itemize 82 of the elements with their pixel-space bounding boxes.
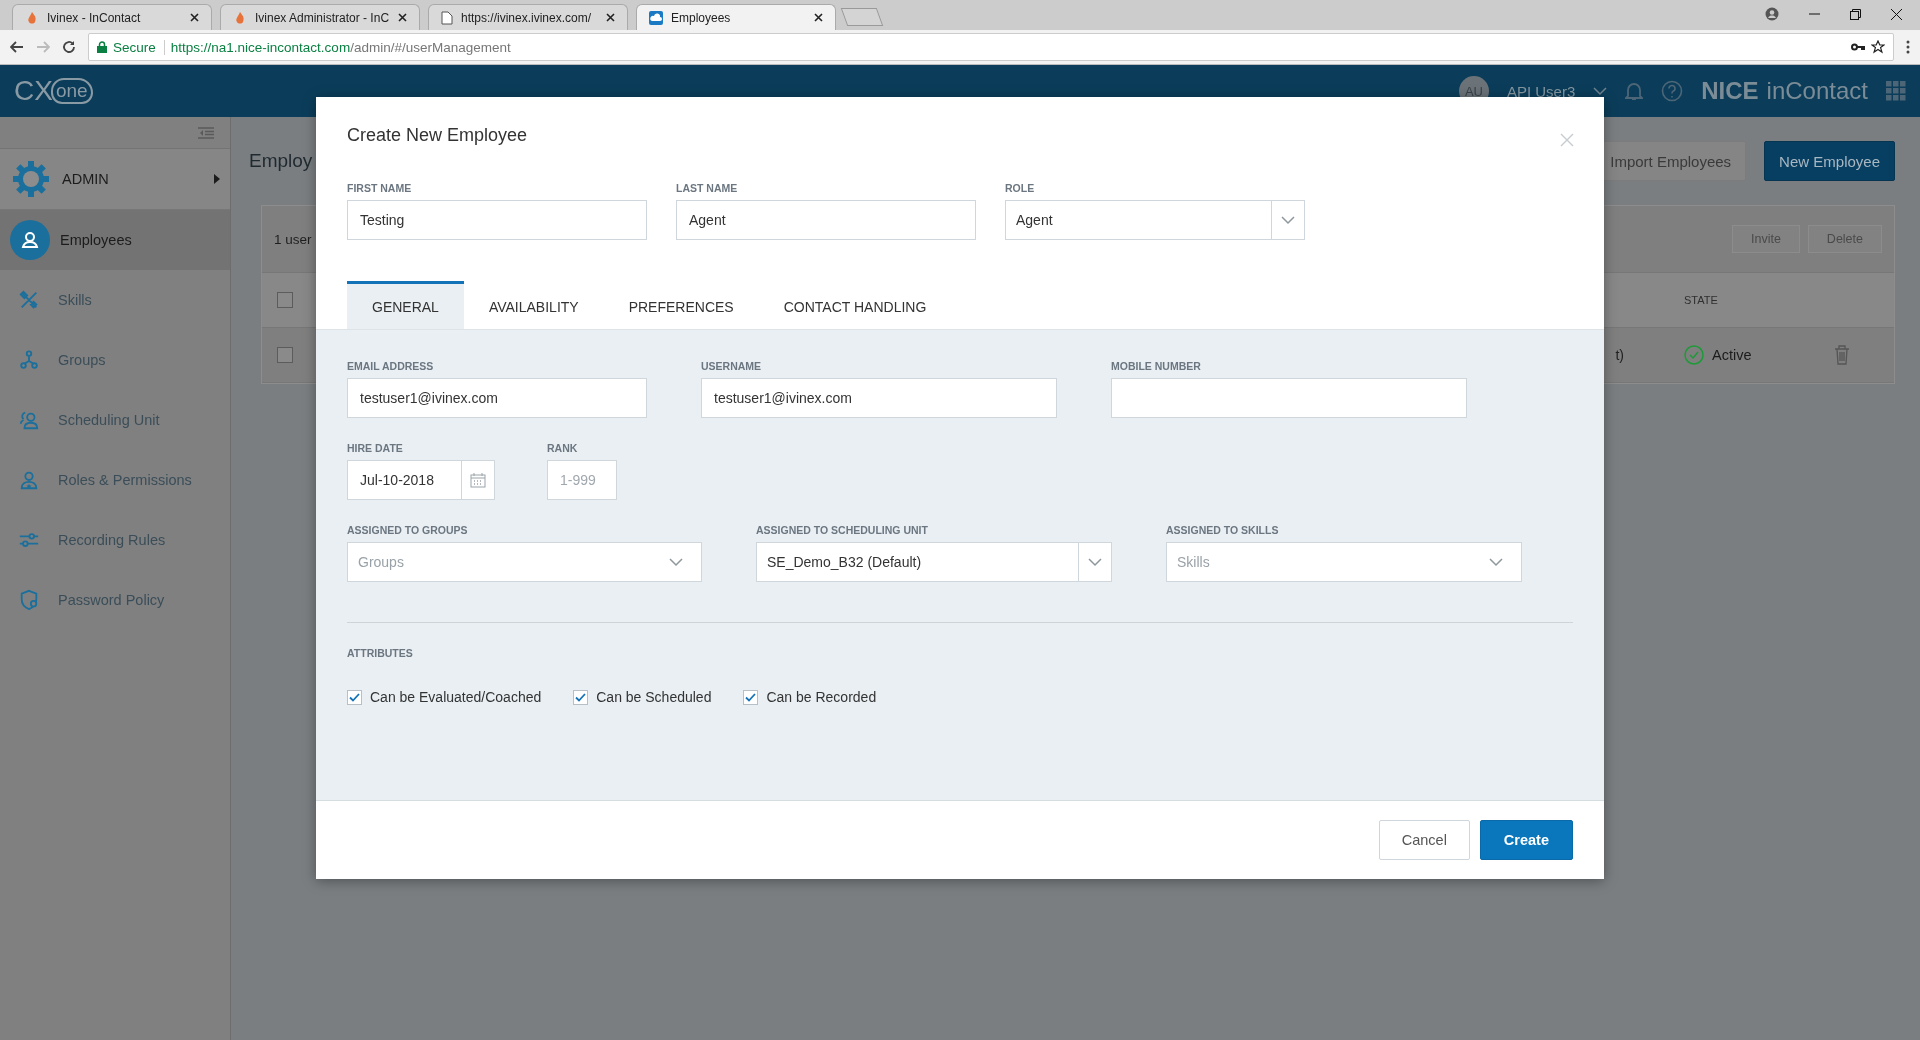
section-label: ATTRIBUTES	[347, 647, 414, 659]
star-icon[interactable]	[1871, 40, 1885, 54]
close-icon[interactable]	[606, 13, 615, 22]
field-label: FIRST NAME	[347, 182, 413, 194]
nodes-icon	[18, 349, 40, 371]
field-label: ASSIGNED TO SKILLS	[1166, 524, 1280, 536]
field-label: MOBILE NUMBER	[1111, 360, 1202, 372]
lock-icon	[97, 41, 107, 53]
brand-logo: NICE inContact	[1701, 77, 1868, 105]
field-label: ASSIGNED TO GROUPS	[347, 524, 469, 536]
dialog-title: Create New Employee	[347, 125, 528, 146]
check-circle-icon	[1684, 345, 1704, 365]
table-cell-text: t)	[1614, 347, 1625, 363]
people-icon	[18, 409, 40, 431]
page-icon	[441, 10, 453, 25]
browser-tab[interactable]: https://ivinex.ivinex.com/	[428, 4, 628, 30]
close-icon[interactable]	[398, 13, 407, 22]
calendar-icon	[470, 472, 486, 488]
chevron-down-icon	[1088, 557, 1102, 567]
sidebar-item[interactable]: Employees	[0, 210, 230, 270]
checkbox-label: Can be Recorded	[766, 689, 877, 705]
chevron-down-icon	[1489, 557, 1503, 567]
browser-tab[interactable]: Ivinex - InContact	[12, 4, 212, 30]
flame-icon	[233, 10, 247, 25]
checkbox[interactable]	[277, 347, 293, 363]
browser-tab[interactable]: Ivinex Administrator - InC	[220, 4, 420, 30]
menu-icon[interactable]	[1906, 40, 1910, 54]
text-field[interactable]	[1111, 378, 1467, 418]
checkbox-label: Can be Scheduled	[596, 689, 712, 705]
dropdown[interactable]: SE_Demo_B32 (Default)	[756, 542, 1112, 582]
shield-key-icon	[18, 589, 40, 611]
tools-icon	[18, 289, 40, 311]
user-count: 1 user	[274, 231, 313, 247]
tab[interactable]: GENERAL	[347, 281, 464, 329]
close-icon[interactable]	[1891, 8, 1902, 20]
browser-tab[interactable]: Employees	[636, 4, 836, 30]
field-label: ROLE	[1005, 182, 1036, 194]
secure-label: Secure	[113, 39, 165, 55]
text-field[interactable]: testuser1@ivinex.com	[701, 378, 1057, 418]
chevron-down-icon	[1593, 86, 1608, 96]
state-text: Active	[1712, 347, 1752, 363]
new-employee-button[interactable]: New Employee	[1764, 141, 1895, 181]
chevron-down-icon	[669, 557, 683, 567]
field-label: ASSIGNED TO SCHEDULING UNIT	[756, 524, 929, 536]
profile-icon[interactable]	[1765, 7, 1779, 21]
checkbox[interactable]	[277, 292, 293, 308]
url-text: https://na1.nice-incontact.com/admin/#/userManagement	[170, 39, 511, 55]
text-field[interactable]: Testing	[347, 200, 647, 240]
field-label: EMAIL ADDRESS	[347, 360, 435, 372]
checkbox-label: Can be Evaluated/Coached	[370, 689, 542, 705]
dropdown[interactable]: Agent	[1005, 200, 1305, 240]
close-icon[interactable]	[190, 13, 199, 22]
page-title: Employ	[249, 150, 313, 172]
text-field[interactable]: 1-999	[547, 460, 617, 500]
field-label: RANK	[547, 442, 579, 454]
caret-right-icon	[214, 174, 220, 184]
cloud-icon	[649, 10, 663, 25]
checkbox[interactable]	[743, 689, 759, 705]
flame-icon	[25, 10, 39, 25]
field-label: HIRE DATE	[347, 442, 404, 454]
chevron-down-icon	[1281, 215, 1295, 225]
text-field[interactable]: testuser1@ivinex.com	[347, 378, 647, 418]
person-icon	[10, 220, 50, 260]
checkbox[interactable]	[573, 689, 589, 705]
cancel-button[interactable]: Cancel	[1378, 820, 1470, 860]
admin-section[interactable]: ADMIN	[0, 149, 230, 210]
text-field[interactable]: Agent	[676, 200, 976, 240]
back-icon[interactable]	[10, 41, 24, 53]
gear-icon	[12, 160, 50, 198]
column-header: STATE	[1684, 294, 1719, 306]
close-icon[interactable]	[814, 13, 823, 22]
date-field[interactable]: Jul-10-2018	[347, 460, 462, 500]
field-label: USERNAME	[701, 360, 763, 372]
checkbox[interactable]	[347, 689, 362, 705]
field-label: LAST NAME	[676, 182, 739, 194]
logo: CX one	[14, 75, 104, 107]
create-button[interactable]: Create	[1479, 820, 1573, 860]
address-bar[interactable]: Secure https://na1.nice-incontact.com/admin/#/userManagement	[88, 33, 1894, 61]
key-icon[interactable]	[1851, 43, 1865, 51]
reload-icon[interactable]	[62, 40, 76, 54]
restore-icon[interactable]	[1850, 8, 1861, 20]
person-star-icon	[18, 469, 40, 491]
